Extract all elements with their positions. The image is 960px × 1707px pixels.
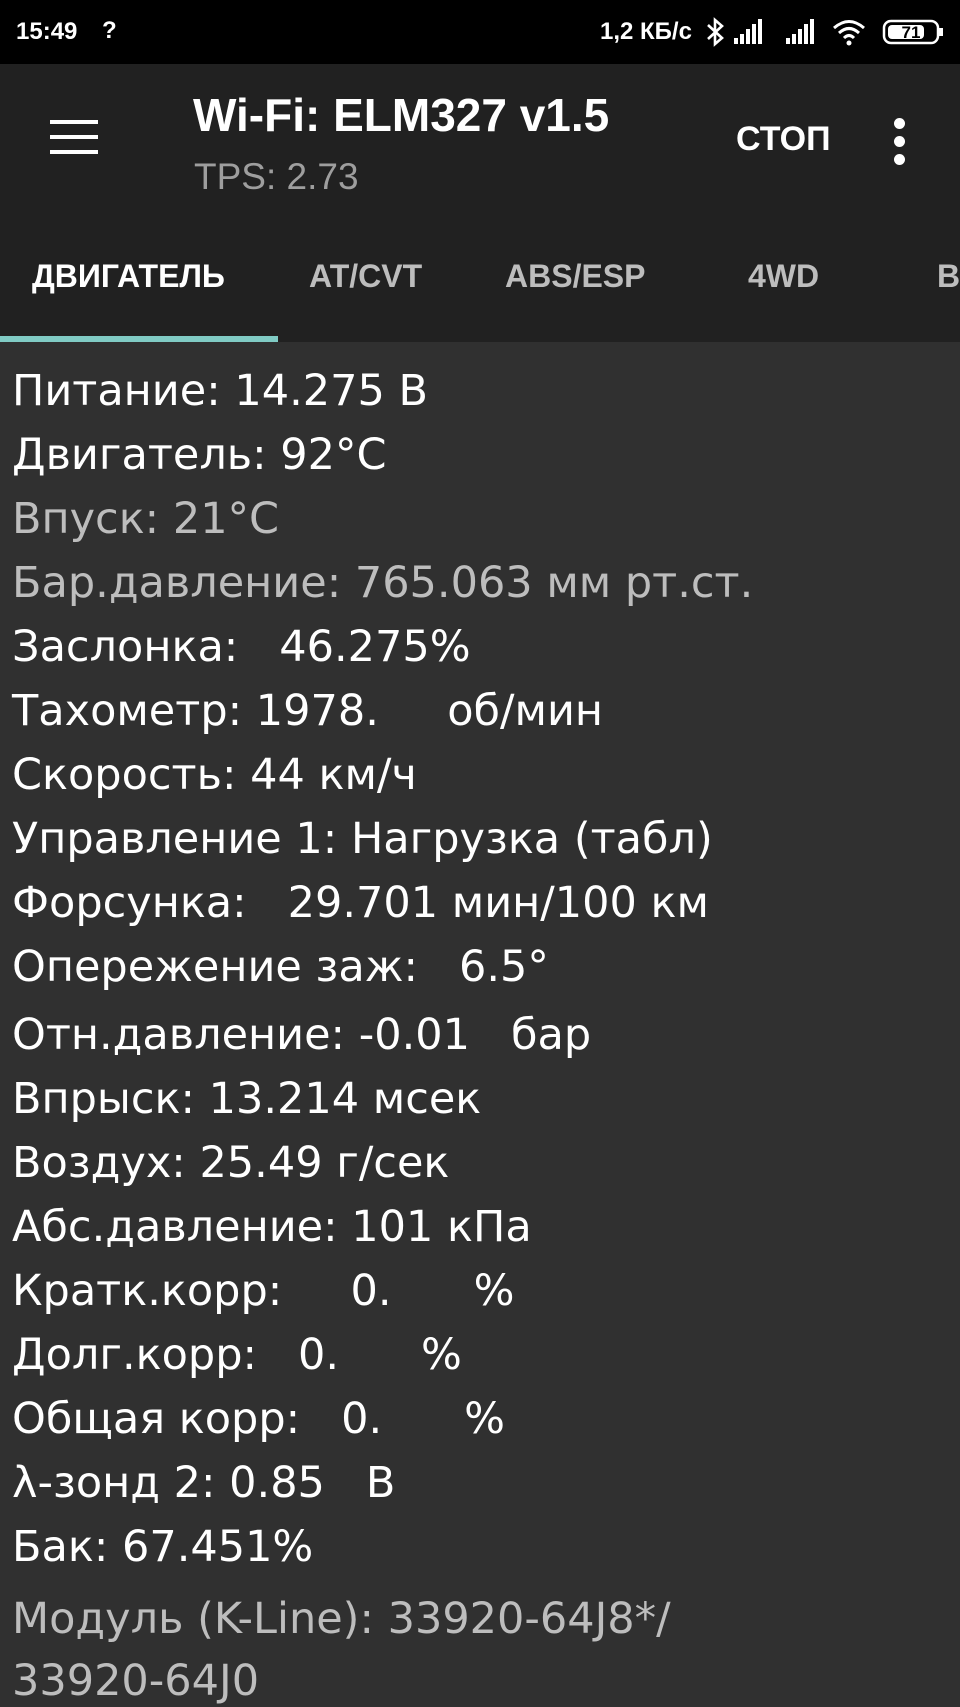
wifi-dot xyxy=(846,40,852,46)
page-title: Wi-Fi: ELM327 v1.5 xyxy=(193,89,610,141)
reading-control-mode: Управление 1: Нагрузка (табл) xyxy=(12,814,713,864)
tab-bar: ДВИГАТЕЛЬ AT/CVT ABS/ESP 4WD B xyxy=(0,222,960,342)
reading-throttle: Заслонка: 46.275% xyxy=(12,622,471,672)
reading-intake-temp: Впуск: 21°С xyxy=(12,494,280,544)
reading-engine-temp: Двигатель: 92°С xyxy=(12,430,387,480)
reading-short-trim: Кратк.корр: 0. % xyxy=(12,1266,515,1316)
signal-icon xyxy=(734,19,762,44)
reading-module-id: Модуль (K-Line): 33920-64J8*/ xyxy=(12,1594,671,1644)
reading-tachometer: Тахометр: 1978. об/мин xyxy=(12,686,604,736)
reading-baro-pressure: Бар.давление: 765.063 мм рт.ст. xyxy=(12,558,754,608)
status-icons: 71 xyxy=(707,17,943,47)
reading-lambda-sensor: λ-зонд 2: 0.85 В xyxy=(12,1458,396,1508)
battery-level: 71 xyxy=(902,23,921,42)
signal-icon xyxy=(786,19,814,44)
reading-fuel-tank: Бак: 67.451% xyxy=(12,1522,314,1572)
readings-list: Питание: 14.275 В Двигатель: 92°С Впуск:… xyxy=(0,342,960,1707)
hamburger-menu-icon[interactable] xyxy=(48,116,102,158)
reading-air-flow: Воздух: 25.49 г/сек xyxy=(12,1138,450,1188)
tab-4wd[interactable]: 4WD xyxy=(748,258,819,295)
reading-module-id-2: 33920-64J0 xyxy=(12,1656,260,1706)
status-time: 15:49 xyxy=(16,18,78,45)
reading-injection-time: Впрыск: 13.214 мсек xyxy=(12,1074,482,1124)
reading-ignition-advance: Опережение заж: 6.5° xyxy=(12,942,549,992)
reading-long-trim: Долг.корр: 0. % xyxy=(12,1330,462,1380)
status-bar: 15:49 ? 1,2 КБ/с 71 xyxy=(0,0,960,64)
reading-rel-pressure: Отн.давление: -0.01 бар xyxy=(12,1010,592,1060)
tps-subtitle: TPS: 2.73 xyxy=(194,156,359,197)
reading-supply-voltage: Питание: 14.275 В xyxy=(12,366,428,416)
battery-icon: 71 xyxy=(882,19,943,45)
tab-at-cvt[interactable]: AT/CVT xyxy=(309,258,422,295)
tab-abs-esp[interactable]: ABS/ESP xyxy=(505,258,645,295)
app-toolbar: Wi-Fi: ELM327 v1.5 TPS: 2.73 СТОП xyxy=(0,64,960,222)
reading-speed: Скорость: 44 км/ч xyxy=(12,750,417,800)
stop-button[interactable]: СТОП xyxy=(736,120,831,159)
network-speed: 1,2 КБ/с xyxy=(600,18,692,45)
more-options-icon[interactable] xyxy=(888,118,912,166)
wifi-icon xyxy=(833,20,865,40)
app-screen: 15:49 ? 1,2 КБ/с 71 Wi-Fi: ELM327 v1.5 T… xyxy=(0,0,960,1707)
reading-abs-pressure: Абс.давление: 101 кПа xyxy=(12,1202,532,1252)
notification-icon: ? xyxy=(102,17,117,44)
tab-engine[interactable]: ДВИГАТЕЛЬ xyxy=(32,258,225,295)
tab-b[interactable]: B xyxy=(937,258,960,295)
reading-injector: Форсунка: 29.701 мин/100 км xyxy=(12,878,709,928)
bluetooth-icon xyxy=(707,17,724,47)
reading-total-trim: Общая корр: 0. % xyxy=(12,1394,506,1444)
